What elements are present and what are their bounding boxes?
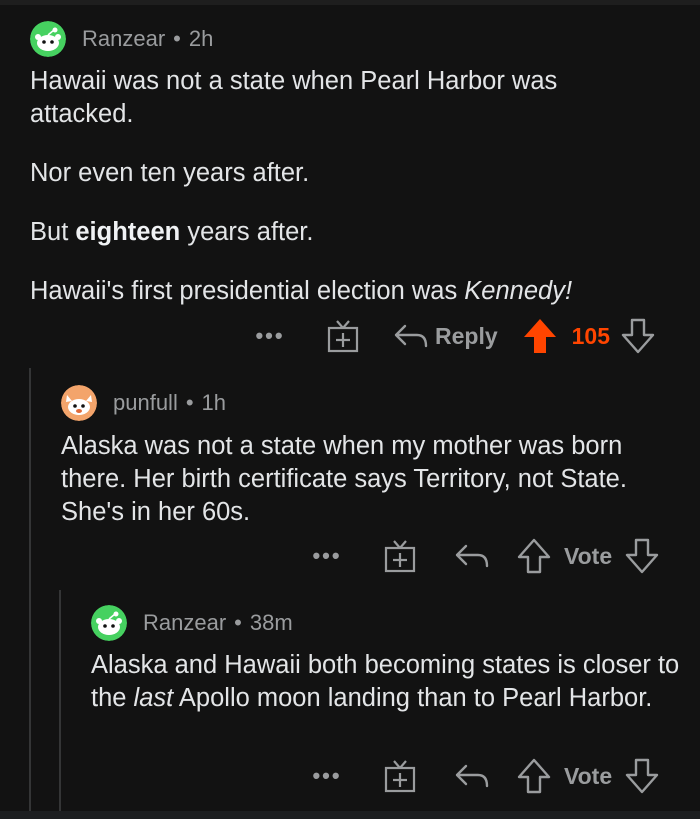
comment-ranzear-2h: Ranzear • 2h Hawaii was not a state when… <box>30 21 670 308</box>
comment-meta: punfull • 1h <box>61 385 681 421</box>
meta-separator: • <box>234 610 242 635</box>
downvote-arrow-icon <box>621 318 655 354</box>
comment-ranzear-38m: Ranzear • 38m Alaska and Hawaii both bec… <box>91 605 686 715</box>
upvote-arrow-icon <box>517 538 551 574</box>
upvote-arrow-icon <box>517 758 551 794</box>
comment-body: Hawaii was not a state when Pearl Harbor… <box>30 65 660 308</box>
comment-punfull-1h: punfull • 1h Alaska was not a state when… <box>61 385 681 529</box>
bottom-bar <box>0 811 700 819</box>
comment-actions: ••• Reply 105 <box>250 316 656 356</box>
downvote-button[interactable] <box>624 537 660 575</box>
reply-button[interactable]: Reply <box>393 322 498 350</box>
avatar[interactable] <box>91 605 127 641</box>
comment-paragraph: Hawaii was not a state when Pearl Harbor… <box>30 67 558 128</box>
comment-timestamp: 2h <box>188 26 214 51</box>
comment-paragraph: Alaska and Hawaii both becoming states i… <box>91 651 680 712</box>
comment-body: Alaska was not a state when my mother wa… <box>61 430 671 529</box>
comment-meta: Ranzear • 2h <box>30 21 670 57</box>
more-options-button[interactable]: ••• <box>250 323 290 349</box>
comment-body: Alaska and Hawaii both becoming states i… <box>91 649 681 715</box>
thread-line-level-1[interactable] <box>29 368 31 811</box>
vote-label: Vote <box>564 542 613 569</box>
vote-label: Vote <box>564 762 613 789</box>
comment-timestamp: 1h <box>201 390 227 415</box>
author-name[interactable]: Ranzear <box>143 610 226 636</box>
reply-button[interactable] <box>454 762 490 790</box>
avatar[interactable] <box>30 21 66 57</box>
vote-count: 105 <box>571 322 611 349</box>
comment-paragraph: Alaska was not a state when my mother wa… <box>61 432 627 526</box>
upvote-arrow-icon-filled <box>523 319 556 353</box>
reply-arrow-icon <box>394 324 428 348</box>
snoo-avatar-icon <box>61 385 97 421</box>
downvote-arrow-icon <box>625 538 659 574</box>
meta-separator: • <box>173 26 181 51</box>
comment-paragraph: Nor even ten years after. <box>30 159 310 187</box>
snoo-avatar-icon <box>30 21 66 57</box>
reply-arrow-icon <box>455 544 489 568</box>
gift-icon[interactable] <box>382 759 418 793</box>
more-options-button[interactable]: ••• <box>307 763 347 789</box>
comment-actions: ••• Vote <box>307 536 660 576</box>
upvote-button[interactable] <box>516 757 552 795</box>
upvote-button[interactable] <box>516 537 552 575</box>
comment-meta: Ranzear • 38m <box>91 605 686 641</box>
comment-actions: ••• Vote <box>307 756 660 796</box>
comment-paragraph: But eighteen years after. <box>30 218 314 246</box>
downvote-button[interactable] <box>620 317 656 355</box>
comment-timestamp: 38m <box>249 610 293 635</box>
snoo-avatar-icon <box>91 605 127 641</box>
downvote-button[interactable] <box>624 757 660 795</box>
reply-button[interactable] <box>454 542 490 570</box>
author-name[interactable]: punfull <box>113 390 178 416</box>
more-options-button[interactable]: ••• <box>307 543 347 569</box>
gift-icon[interactable] <box>325 319 361 353</box>
downvote-arrow-icon <box>625 758 659 794</box>
top-divider <box>0 0 700 5</box>
thread-line-level-2[interactable] <box>59 590 61 811</box>
meta-separator: • <box>185 390 194 415</box>
reply-arrow-icon <box>455 764 489 788</box>
author-name[interactable]: Ranzear <box>82 26 165 52</box>
reply-label: Reply <box>435 322 498 349</box>
gift-icon[interactable] <box>382 539 418 573</box>
comment-paragraph: Hawaii's first presidential election was… <box>30 277 573 305</box>
upvote-button[interactable] <box>522 317 558 355</box>
avatar[interactable] <box>61 385 97 421</box>
